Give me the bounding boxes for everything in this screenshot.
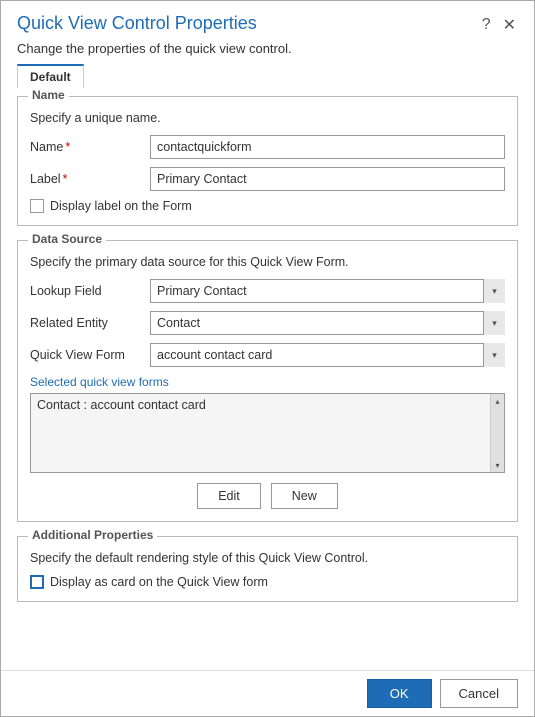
name-field-row: Name* <box>30 135 505 159</box>
additional-legend: Additional Properties <box>28 528 157 542</box>
name-required-star: * <box>65 140 70 154</box>
dialog-titlebar: Quick View Control Properties ? ✕ <box>1 1 534 41</box>
cancel-button[interactable]: Cancel <box>440 679 518 708</box>
card-checkbox[interactable] <box>30 575 44 589</box>
display-label-text: Display label on the Form <box>50 199 192 213</box>
dialog-content: Default Name Specify a unique name. Name… <box>1 64 534 670</box>
new-button[interactable]: New <box>271 483 338 509</box>
related-entity-select-wrapper: Contact ▾ <box>150 311 505 335</box>
qvf-scroll-up-btn[interactable]: ▴ <box>491 394 505 408</box>
dialog-subtitle: Change the properties of the quick view … <box>1 41 534 64</box>
label-required-star: * <box>63 172 68 186</box>
help-button[interactable]: ? <box>480 16 493 34</box>
dialog-footer: OK Cancel <box>1 670 534 716</box>
dialog-title: Quick View Control Properties <box>17 13 257 34</box>
additional-desc: Specify the default rendering style of t… <box>30 551 505 565</box>
related-entity-row: Related Entity Contact ▾ <box>30 311 505 335</box>
edit-button[interactable]: Edit <box>197 483 261 509</box>
quick-view-dialog: Quick View Control Properties ? ✕ Change… <box>0 0 535 717</box>
datasource-legend: Data Source <box>28 232 106 246</box>
lookup-field-select[interactable]: Primary Contact <box>150 279 505 303</box>
qvf-scroll-down-btn[interactable]: ▾ <box>491 458 505 472</box>
label-label: Label* <box>30 172 150 186</box>
close-button[interactable]: ✕ <box>501 15 518 35</box>
quick-view-form-select[interactable]: account contact card <box>150 343 505 367</box>
datasource-section: Data Source Specify the primary data sou… <box>17 240 518 522</box>
related-entity-select[interactable]: Contact <box>150 311 505 335</box>
lookup-field-select-wrapper: Primary Contact ▾ <box>150 279 505 303</box>
dialog-title-actions: ? ✕ <box>480 15 518 35</box>
related-entity-label: Related Entity <box>30 316 150 330</box>
lookup-field-row: Lookup Field Primary Contact ▾ <box>30 279 505 303</box>
edit-new-btn-row: Edit New <box>30 483 505 509</box>
additional-section: Additional Properties Specify the defaul… <box>17 536 518 602</box>
card-checkbox-label: Display as card on the Quick View form <box>50 575 268 589</box>
tabs-bar: Default <box>17 64 518 88</box>
label-field-row: Label* <box>30 167 505 191</box>
quick-view-form-label: Quick View Form <box>30 348 150 362</box>
display-label-checkbox-row: Display label on the Form <box>30 199 505 213</box>
datasource-desc: Specify the primary data source for this… <box>30 255 505 269</box>
qvf-list-item: Contact : account contact card <box>37 398 498 412</box>
selected-qvf-label: Selected quick view forms <box>30 375 505 389</box>
selected-qvf-list-wrapper: Contact : account contact card ▴ ▾ <box>30 393 505 473</box>
name-input[interactable] <box>150 135 505 159</box>
selected-qvf-list: Contact : account contact card <box>31 394 504 416</box>
display-label-checkbox[interactable] <box>30 199 44 213</box>
label-input[interactable] <box>150 167 505 191</box>
tab-default[interactable]: Default <box>17 64 84 88</box>
ok-button[interactable]: OK <box>367 679 432 708</box>
card-checkbox-row: Display as card on the Quick View form <box>30 575 505 589</box>
name-section: Name Specify a unique name. Name* Label*… <box>17 96 518 226</box>
name-section-desc: Specify a unique name. <box>30 111 505 125</box>
lookup-field-label: Lookup Field <box>30 284 150 298</box>
quick-view-form-select-wrapper: account contact card ▾ <box>150 343 505 367</box>
name-label: Name* <box>30 140 150 154</box>
quick-view-form-row: Quick View Form account contact card ▾ <box>30 343 505 367</box>
name-section-legend: Name <box>28 88 69 102</box>
qvf-list-scrollbar: ▴ ▾ <box>490 394 504 472</box>
